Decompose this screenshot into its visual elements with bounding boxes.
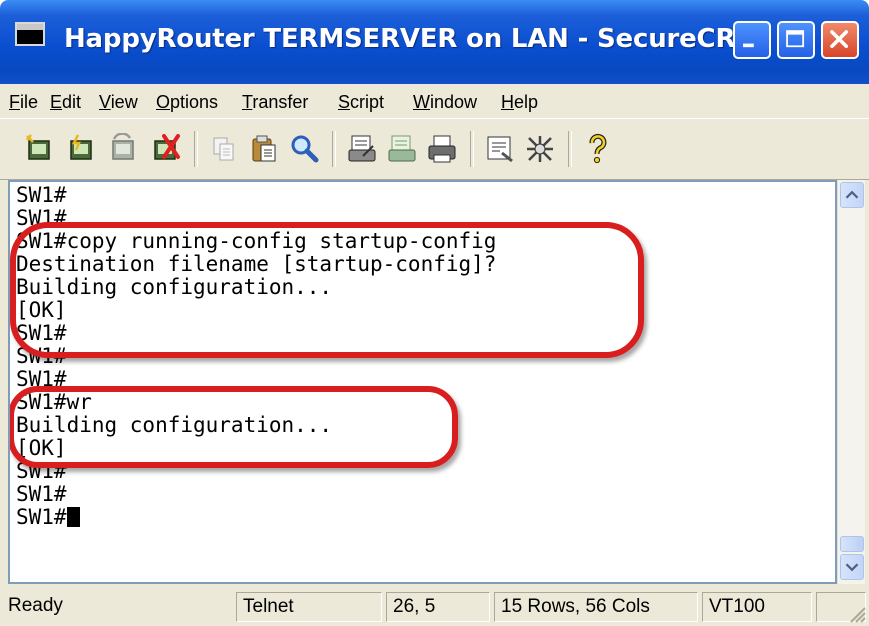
status-emulation: VT100: [702, 592, 812, 622]
menu-help[interactable]: Help: [501, 92, 538, 113]
terminal-prompt-line: SW1#: [16, 506, 80, 529]
toolbar-separator: [194, 131, 198, 167]
maximize-icon: [786, 30, 805, 48]
menu-window[interactable]: Window: [413, 92, 477, 113]
scroll-down-button[interactable]: [840, 554, 864, 580]
disconnect-icon[interactable]: [150, 133, 182, 165]
menu-script[interactable]: Script: [338, 92, 384, 113]
minimize-icon: [743, 43, 754, 48]
menu-options[interactable]: Options: [156, 92, 218, 113]
print-selection-icon[interactable]: [386, 133, 418, 165]
resize-grip-icon[interactable]: [845, 602, 867, 624]
window-title: HappyRouter TERMSERVER on LAN - SecureCR…: [64, 24, 752, 54]
chevron-down-icon: [845, 563, 859, 572]
help-icon[interactable]: [582, 133, 614, 165]
print-setup-icon[interactable]: [346, 133, 378, 165]
menu-transfer[interactable]: Transfer: [242, 92, 308, 113]
toolbar-separator: [568, 131, 572, 167]
vertical-scrollbar[interactable]: [837, 180, 865, 584]
terminal-screen[interactable]: SW1# SW1# SW1#copy running-config startu…: [8, 180, 837, 584]
status-terminal-size: 15 Rows, 56 Cols: [494, 592, 698, 622]
securecrt-window: HappyRouter TERMSERVER on LAN - SecureCR…: [0, 0, 869, 626]
terminal-line: SW1#: [16, 482, 67, 506]
terminal-cursor: [66, 507, 80, 527]
status-bar: Ready Telnet 26, 5 15 Rows, 56 Cols VT10…: [0, 588, 869, 626]
toolbar-separator: [332, 131, 336, 167]
session-options-icon[interactable]: [484, 133, 516, 165]
terminal-line: [OK]: [16, 436, 67, 460]
menu-file[interactable]: File: [9, 92, 38, 113]
status-state: Ready: [8, 595, 63, 616]
status-cursor-position: 26, 5: [386, 592, 490, 622]
title-bar[interactable]: HappyRouter TERMSERVER on LAN - SecureCR…: [0, 0, 869, 84]
paste-icon[interactable]: [248, 133, 280, 165]
terminal-line: SW1#: [16, 321, 67, 345]
terminal-line: Destination filename [startup-config]?: [16, 252, 497, 276]
print-icon[interactable]: [426, 133, 458, 165]
terminal-line: Building configuration...: [16, 275, 333, 299]
minimize-button[interactable]: [733, 21, 771, 59]
terminal-line: SW1#: [16, 367, 67, 391]
connect-icon[interactable]: [24, 133, 56, 165]
terminal-line: SW1#copy running-config startup-config: [16, 229, 497, 253]
global-options-icon[interactable]: [524, 133, 556, 165]
terminal-line: SW1#: [16, 344, 67, 368]
menu-view[interactable]: View: [99, 92, 138, 113]
terminal-line: SW1#: [16, 183, 67, 207]
terminal-line: SW1#: [16, 459, 67, 483]
scroll-up-button[interactable]: [840, 182, 864, 208]
reconnect-icon[interactable]: [108, 133, 140, 165]
terminal-line: SW1#: [16, 206, 67, 230]
terminal-line: Building configuration...: [16, 413, 333, 437]
scroll-thumb[interactable]: [840, 536, 864, 552]
chevron-up-icon: [845, 190, 859, 199]
close-icon: [830, 30, 849, 49]
close-button[interactable]: [821, 21, 859, 59]
terminal-line: [OK]: [16, 298, 67, 322]
terminal-app-icon[interactable]: [15, 22, 45, 46]
toolbar-separator: [470, 131, 474, 167]
find-icon[interactable]: [288, 133, 320, 165]
quick-connect-icon[interactable]: [66, 133, 98, 165]
copy-icon[interactable]: [208, 133, 240, 165]
terminal-line: SW1#wr: [16, 390, 92, 414]
maximize-button[interactable]: [777, 21, 815, 59]
toolbar: [0, 118, 869, 180]
menu-bar: File Edit View Options Transfer Script W…: [0, 84, 869, 118]
menu-edit[interactable]: Edit: [50, 92, 81, 113]
status-protocol: Telnet: [236, 592, 382, 622]
